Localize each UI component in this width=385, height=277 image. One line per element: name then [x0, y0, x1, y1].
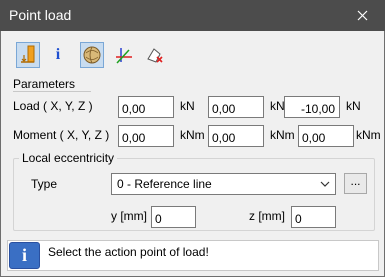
load-label: Load ( X, Y, Z )	[13, 99, 93, 113]
info-tool-button[interactable]: i	[46, 42, 70, 68]
moment-y-input[interactable]	[208, 125, 264, 147]
info-icon: i	[55, 46, 61, 63]
load-z-unit: kN	[346, 99, 361, 113]
moment-x-unit: kNm	[180, 128, 205, 142]
load-y-input[interactable]	[208, 96, 264, 118]
status-info-glyph: i	[21, 245, 27, 265]
z-mm-input[interactable]	[291, 206, 336, 228]
type-select-value: 0 - Reference line	[117, 177, 212, 191]
close-icon	[357, 10, 368, 21]
moment-y-unit: kNm	[270, 128, 295, 142]
local-eccentricity-label: Local eccentricity	[19, 151, 118, 165]
load-x-unit: kN	[180, 99, 195, 113]
load-x-input[interactable]	[118, 96, 174, 118]
moment-label: Moment ( X, Y, Z )	[13, 128, 110, 142]
moment-z-input[interactable]	[298, 125, 354, 147]
status-message: Select the action point of load!	[48, 245, 209, 259]
load-z-input[interactable]	[284, 96, 340, 118]
status-info-icon: i	[9, 242, 40, 269]
parameters-separator	[13, 91, 91, 92]
point-load-icon	[21, 45, 35, 63]
delete-point-icon	[147, 48, 163, 63]
moment-z-unit: kNm	[356, 128, 381, 142]
chevron-down-icon	[320, 181, 330, 187]
browse-button[interactable]: ...	[344, 173, 367, 194]
close-button[interactable]	[340, 0, 385, 31]
sphere-icon	[83, 46, 101, 64]
z-mm-label: z [mm]	[249, 209, 285, 223]
status-bar: i Select the action point of load!	[7, 240, 379, 271]
moment-x-input[interactable]	[118, 125, 174, 147]
type-select[interactable]: 0 - Reference line	[111, 173, 336, 195]
parameters-section-label: Parameters	[13, 77, 76, 91]
y-mm-input[interactable]	[151, 206, 196, 228]
axes-icon	[116, 48, 132, 64]
type-label: Type	[31, 177, 58, 191]
sphere-tool-button[interactable]	[80, 42, 104, 68]
point-load-tool-button[interactable]	[16, 42, 40, 68]
title-bar: Point load	[0, 0, 385, 31]
window-title: Point load	[9, 7, 72, 23]
delete-point-tool-button[interactable]	[143, 42, 167, 68]
y-mm-label: y [mm]	[111, 209, 147, 223]
load-y-unit: kN	[270, 99, 285, 113]
axis-tool-button[interactable]	[112, 42, 136, 68]
